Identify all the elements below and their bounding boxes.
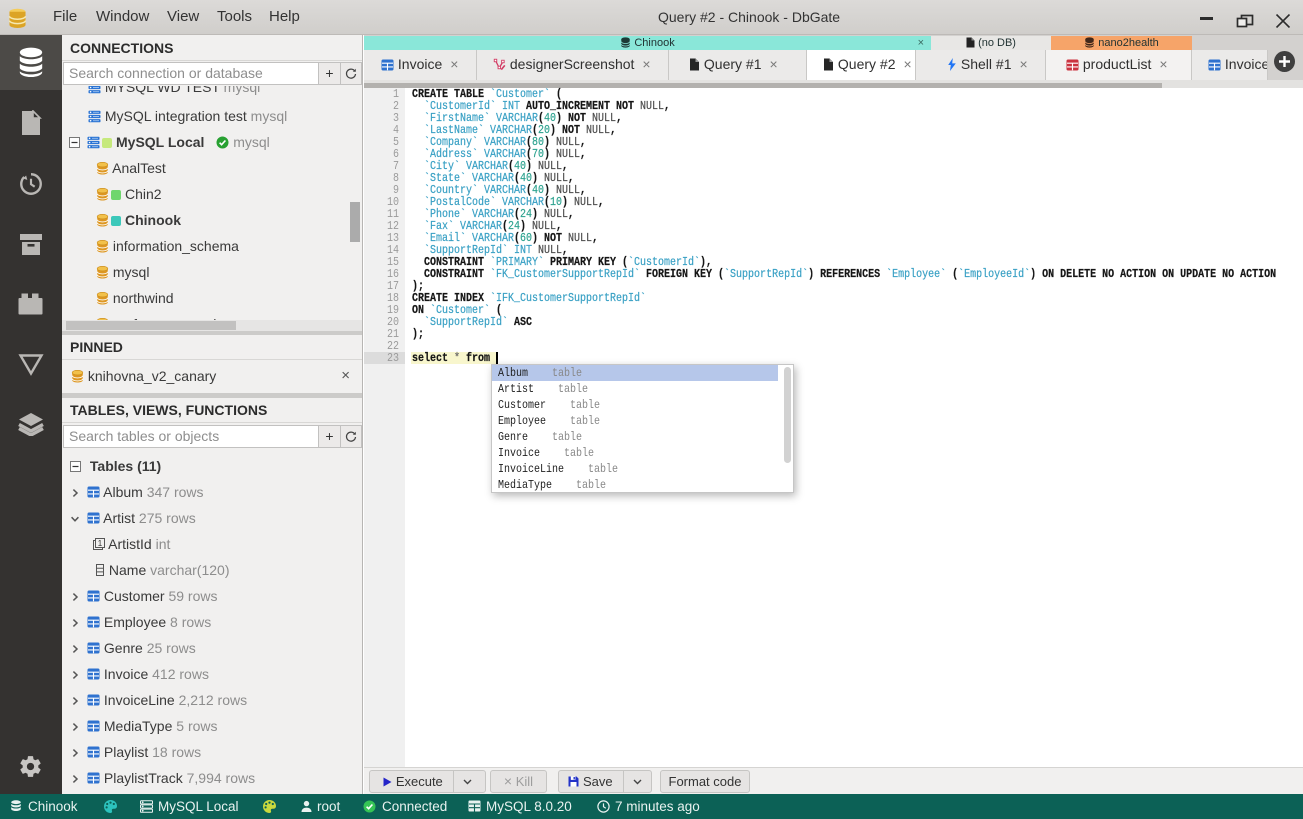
- svg-text:1: 1: [98, 539, 103, 548]
